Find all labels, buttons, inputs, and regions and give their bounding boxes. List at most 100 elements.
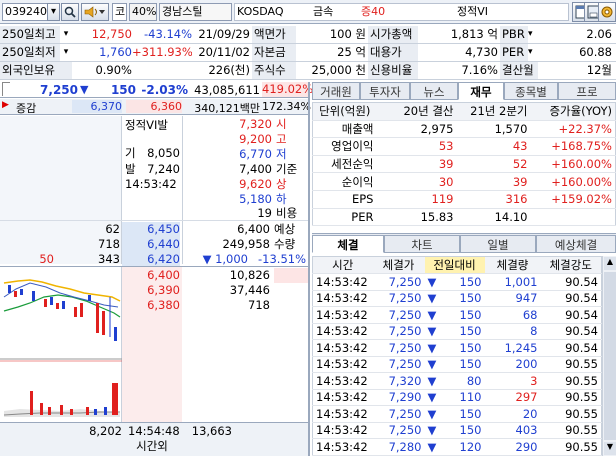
vi-label: 정적VI <box>457 5 489 18</box>
ask-price: 6,440 <box>122 237 180 252</box>
table-row: 세전순익 39 52 +160.00% <box>312 155 616 174</box>
info-label: 시 <box>276 117 287 131</box>
execution-tabs: 체결 차트 일별 예상체결 <box>312 233 616 253</box>
fin-cell: 53 <box>376 137 457 156</box>
ex-time: 14:53:42 <box>312 290 373 307</box>
tab-by-stock[interactable]: 종목별 <box>504 82 558 100</box>
sound-button[interactable] <box>81 3 109 21</box>
dropdown-icon[interactable]: ▾ <box>528 44 538 61</box>
ex-header: 시간 <box>312 256 373 274</box>
tab-expected[interactable]: 예상체결 <box>536 235 616 253</box>
exp-label: 수량 <box>274 237 296 251</box>
fin-row-label: PER <box>312 208 377 227</box>
info-value: +311.93% <box>132 45 192 59</box>
ask-cnt <box>0 237 50 252</box>
tab-daily[interactable]: 일별 <box>460 235 536 253</box>
margin-rate: 40% <box>129 3 157 21</box>
scroll-down-icon[interactable]: ▼ <box>604 442 616 455</box>
code-dropdown[interactable]: ▾ <box>47 3 60 21</box>
ex-header: 체결량 <box>484 256 541 274</box>
scroll-thumb[interactable] <box>604 272 616 440</box>
deposit-label: 증40 <box>361 5 386 18</box>
tab-news[interactable]: 뉴스 <box>410 82 458 100</box>
bracket-icon <box>2 82 10 96</box>
bid-price: 6,380 <box>147 298 180 312</box>
ex-strength: 90.54 <box>540 306 602 324</box>
ex-qty: 297 <box>484 389 541 406</box>
table-row: 14:53:42 7,250 ▼ 150 403 90.55 <box>312 422 602 439</box>
info-value: 21/09/29 <box>198 27 250 41</box>
ex-price: 7,290 <box>372 389 425 406</box>
fin-cell: 30 <box>376 172 457 191</box>
info-value: 1,760 <box>99 45 132 59</box>
ex-price: 7,250 <box>372 290 425 307</box>
fin-cell: 15.83 <box>376 208 457 227</box>
tab-program[interactable]: 프로 <box>558 82 616 100</box>
down-arrow-icon: ▼ <box>427 373 437 388</box>
ex-qty: 290 <box>484 438 541 456</box>
info-value: 4,730 <box>465 45 498 59</box>
ex-header[interactable]: 전일대비 <box>424 256 485 274</box>
table-row: 순이익 30 39 +160.00% <box>312 172 616 191</box>
dropdown-icon[interactable]: ▾ <box>60 26 72 43</box>
settings-button[interactable] <box>598 2 616 22</box>
price-change: 150 <box>110 83 136 97</box>
exp-change: ▼ 1,000 <box>202 252 248 266</box>
info-value: -43.14% <box>144 27 192 41</box>
info-label: 기준 <box>276 162 298 176</box>
ex-price: 7,250 <box>372 339 425 357</box>
ex-time: 14:53:42 <box>312 323 373 340</box>
ask-qty: 718 <box>98 237 120 251</box>
info-label: 신용비율 <box>368 62 418 79</box>
ex-price: 7,320 <box>372 372 425 390</box>
chevron-down-icon: ▾ <box>50 6 57 17</box>
info-label: PER <box>500 44 528 61</box>
ex-strength: 90.55 <box>540 389 602 406</box>
ask-qty: 343 <box>98 252 120 266</box>
bid-price: 6,400 <box>147 268 180 282</box>
volume: 43,085,611 <box>194 83 260 97</box>
info-label: 250일최저 <box>0 44 60 61</box>
info-label: 액면가 <box>252 26 296 43</box>
search-button[interactable] <box>61 3 79 21</box>
fin-cell: 43 <box>456 137 531 156</box>
toolbar: 039240 ▾ 코 40% 경남스틸 KOSDAQ 금속 증40 정적VI <box>0 0 616 24</box>
finance-table: 단위(억원) 20년 결산 21년 2분기 증가율(YOY) 매출액 2,975… <box>312 102 616 227</box>
down-arrow-icon: ▼ <box>427 274 437 289</box>
ex-time: 14:53:42 <box>312 422 373 439</box>
fin-cell: +159.02% <box>530 190 616 209</box>
ex-strength: 90.55 <box>540 372 602 390</box>
total-bid: 13,663 <box>191 424 232 438</box>
dropdown-icon[interactable]: ▾ <box>528 26 538 43</box>
tab-finance[interactable]: 재무 <box>458 82 504 100</box>
bid-qty: 718 <box>248 298 270 312</box>
ex-diff: 150 <box>459 423 482 438</box>
fin-row-label: 영업이익 <box>312 137 377 156</box>
fin-row-label: 순이익 <box>312 172 377 191</box>
info-label: 비용 <box>276 206 298 220</box>
scrollbar[interactable]: ▲ ▼ <box>602 256 616 456</box>
ex-time: 14:53:42 <box>312 339 373 357</box>
info-label: 결산월 <box>500 62 538 79</box>
info-value: 7.16% <box>461 63 498 77</box>
tab-brokers[interactable]: 거래원 <box>312 82 360 100</box>
stock-code-input[interactable]: 039240 <box>2 3 48 21</box>
bottom-summary: 8,202 14:54:48 13,663 시간외 <box>0 422 308 456</box>
table-row: 매출액 2,975 1,570 +22.37% <box>312 120 616 139</box>
finance-tabs: 거래원 투자자 뉴스 재무 종목별 프로 <box>312 82 616 100</box>
stock-name: 경남스틸 <box>159 3 232 21</box>
fin-cell: +168.75% <box>530 137 616 156</box>
tab-chart[interactable]: 차트 <box>384 235 460 253</box>
scroll-up-icon[interactable]: ▲ <box>604 257 616 270</box>
ex-strength: 90.55 <box>540 438 602 456</box>
ex-time: 14:53:42 <box>312 405 373 423</box>
market-tag: 코 <box>112 3 127 21</box>
dropdown-icon[interactable]: ▾ <box>60 44 72 61</box>
tab-execution[interactable]: 체결 <box>312 235 384 253</box>
tab-investors[interactable]: 투자자 <box>360 82 410 100</box>
info-label: 고 <box>276 132 287 146</box>
ex-time: 14:53:42 <box>312 356 373 373</box>
info-value: 1,813 억 <box>450 27 498 41</box>
ex-price: 7,250 <box>372 405 425 423</box>
down-arrow-icon: ▼ <box>427 291 437 306</box>
